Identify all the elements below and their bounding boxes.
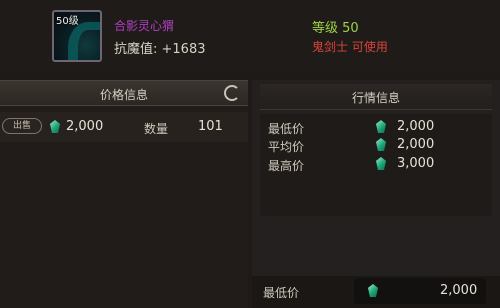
market-info-panel: 行情信息 bbox=[252, 80, 500, 308]
market-row-value: 2,000 bbox=[397, 137, 435, 152]
sell-button[interactable]: 出售 bbox=[2, 118, 42, 134]
market-info-title: 行情信息 bbox=[351, 91, 400, 105]
quantity-label: 数量 bbox=[144, 122, 169, 136]
item-header: 50级 合影灵心猬 抗魔值: +1683 等级 50 鬼剑士 可使用 bbox=[0, 0, 500, 72]
market-row-label: 最低价 bbox=[268, 122, 305, 136]
market-row-label: 平均价 bbox=[268, 140, 305, 154]
item-art bbox=[68, 22, 100, 60]
class-restriction: 鬼剑士 可使用 bbox=[312, 40, 388, 54]
gem-currency-icon bbox=[368, 284, 378, 297]
refresh-icon[interactable] bbox=[224, 85, 240, 101]
item-stat: 抗魔值: +1683 bbox=[114, 42, 206, 57]
market-row-value: 3,000 bbox=[397, 156, 435, 171]
gem-currency-icon bbox=[376, 138, 386, 151]
item-level-badge: 50级 bbox=[56, 16, 79, 27]
listing-price: 2,000 bbox=[66, 119, 104, 134]
gem-currency-icon bbox=[376, 157, 386, 170]
lowest-price-label: 最低价 bbox=[263, 286, 300, 300]
market-info-header: 行情信息 bbox=[260, 84, 492, 110]
gem-currency-icon bbox=[50, 120, 60, 133]
price-info-title: 价格信息 bbox=[99, 88, 148, 102]
item-icon[interactable]: 50级 bbox=[52, 10, 102, 62]
gem-currency-icon bbox=[376, 120, 386, 133]
lowest-price-value: 2,000 bbox=[440, 283, 478, 298]
market-row-value: 2,000 bbox=[397, 119, 435, 134]
market-row-label: 最高价 bbox=[268, 159, 305, 173]
item-name: 合影灵心猬 bbox=[114, 19, 175, 33]
quantity-value: 101 bbox=[198, 119, 223, 134]
required-level: 等级 50 bbox=[312, 21, 359, 36]
price-info-header: 价格信息 bbox=[0, 80, 248, 106]
